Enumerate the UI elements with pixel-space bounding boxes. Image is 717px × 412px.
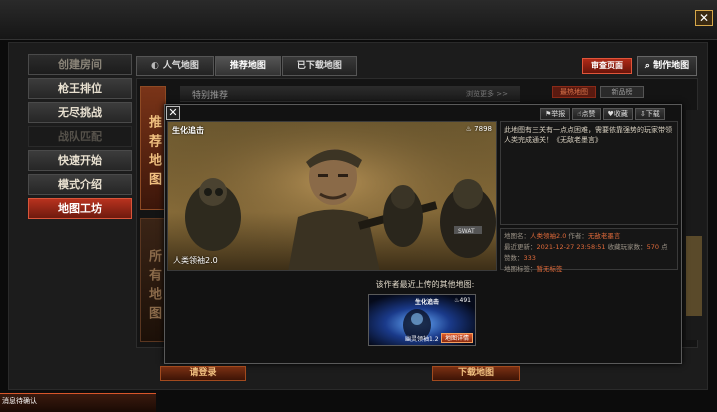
tab-downloaded-maps[interactable]: 已下载地图 <box>281 56 357 76</box>
other-map-likes: ♨491 <box>454 297 471 304</box>
info-row-tags: 地图标签：暂无标签 <box>504 265 563 273</box>
other-map-mode: 生化追击 <box>415 299 440 306</box>
close-icon: ✕ <box>698 11 710 25</box>
other-maps-title: 该作者最近上传的其他地图: <box>375 280 475 289</box>
menu-item-map-workshop[interactable]: 地图工坊 <box>28 198 132 219</box>
map-description: 此地图有三关有一点点困难，需要依靠强势的玩家带领人类完成通关！《无敌老墨言》 <box>500 121 678 225</box>
preview-mode-label: 生化追击 <box>172 126 204 135</box>
make-map-button[interactable]: ⌕ 制作地图 <box>637 56 697 76</box>
preview-map-name: 人类领袖2.0 <box>173 256 218 265</box>
preview-artwork: SWAT <box>168 122 496 270</box>
menu-item-ranked[interactable]: 枪王排位 <box>28 78 132 99</box>
background-panel <box>686 110 706 340</box>
menu-item-quick-start[interactable]: 快速开始 <box>28 150 132 171</box>
map-tabs: ◐ 人气地图 推荐地图 已下载地图 <box>136 56 358 76</box>
browse-more-link[interactable]: 浏览更多 >> <box>466 89 508 99</box>
download-map-button[interactable]: 下载地图 <box>432 366 520 381</box>
map-actions: ⚑举报 ☝点赞 ♥收藏 ⇩下载 <box>540 108 667 120</box>
map-info: 地图名：人类领袖2.0 作者：无敌老墨言 最近更新：2021-12-27 23:… <box>500 228 678 273</box>
recommended-section-label: 推荐地图 <box>140 86 166 210</box>
menu-item-mode-intro[interactable]: 模式介绍 <box>28 174 132 195</box>
popular-icon: ◐ <box>151 61 159 71</box>
info-row-updated: 最近更新：2021-12-27 23:58:51 收藏玩家数：570 点赞数：3… <box>504 243 668 262</box>
review-page-button[interactable]: 审查页面 <box>582 58 632 74</box>
map-preview: SWAT 生化追击 ♨ 7898 人类领袖2.0 <box>167 121 497 271</box>
mode-menu: 创建房间 枪王排位 无尽挑战 战队匹配 快速开始 模式介绍 地图工坊 <box>28 54 132 222</box>
other-map-detail-button[interactable]: 地图详情 <box>440 333 473 343</box>
background-strip <box>686 236 702 316</box>
all-maps-section-label: 所有地图 <box>140 218 166 342</box>
close-icon: ✕ <box>168 106 178 119</box>
menu-item-clan-match: 战队匹配 <box>28 126 132 147</box>
login-button[interactable]: 请登录 <box>160 366 246 381</box>
pending-message[interactable]: 消息待确认 <box>0 393 156 412</box>
menu-item-endless[interactable]: 无尽挑战 <box>28 102 132 123</box>
download-small-button[interactable]: ⇩下载 <box>634 108 665 120</box>
menu-item-create-room[interactable]: 创建房间 <box>28 54 132 75</box>
filter-pills: 最热地图 新品榜 <box>552 86 648 98</box>
favorite-button[interactable]: ♥收藏 <box>602 108 633 120</box>
filter-new[interactable]: 新品榜 <box>600 86 644 98</box>
other-map-name: 幽灵领袖1.2 <box>405 336 439 343</box>
special-title: 特别推荐 <box>192 91 229 101</box>
close-window-button[interactable]: ✕ <box>695 10 713 26</box>
special-recommend-bar: 特别推荐 浏览更多 >> <box>180 86 520 102</box>
popup-close-button[interactable]: ✕ <box>166 106 180 120</box>
tab-recommended-maps[interactable]: 推荐地图 <box>214 56 281 76</box>
like-button[interactable]: ☝点赞 <box>572 108 601 120</box>
report-button[interactable]: ⚑举报 <box>540 108 571 120</box>
preview-likes: ♨ 7898 <box>465 125 492 133</box>
svg-text:SWAT: SWAT <box>458 228 475 235</box>
info-row-name: 地图名：人类领袖2.0 作者：无敌老墨言 <box>504 232 621 240</box>
flame-icon: ♨ <box>465 125 472 133</box>
filter-hot[interactable]: 最热地图 <box>552 86 596 98</box>
search-icon: ⌕ <box>644 61 654 71</box>
top-bar: ✕ <box>0 0 717 40</box>
other-map-card[interactable]: 生化追击 ♨491 幽灵领袖1.2 地图详情 <box>368 294 476 346</box>
tab-popular-maps[interactable]: ◐ 人气地图 <box>136 56 214 76</box>
